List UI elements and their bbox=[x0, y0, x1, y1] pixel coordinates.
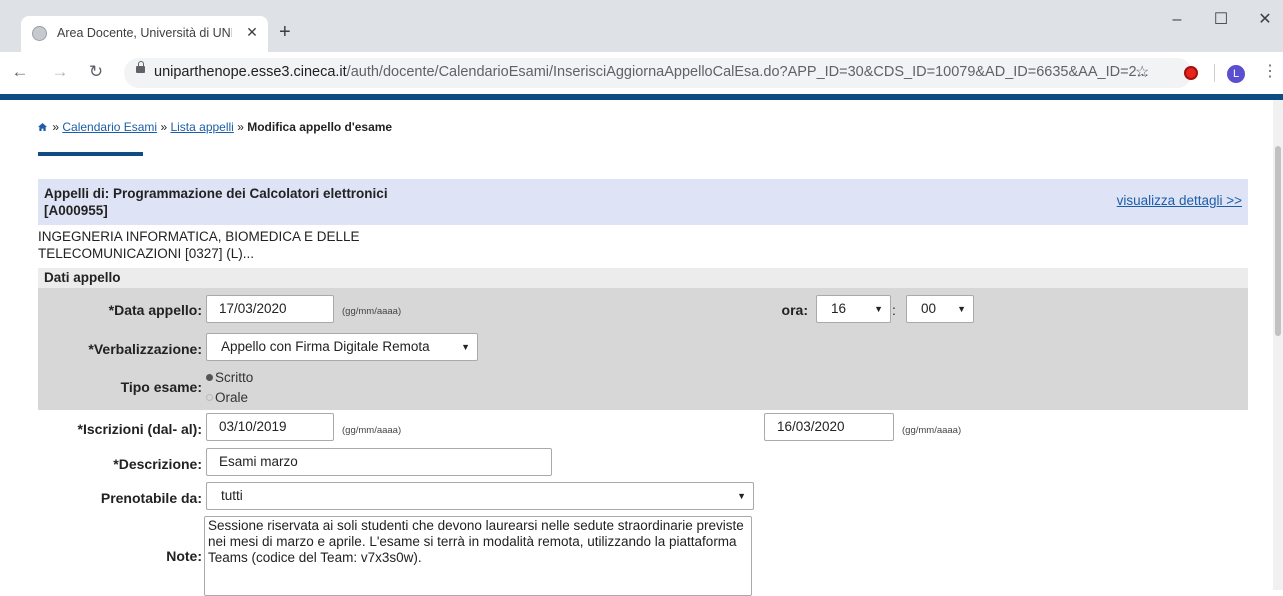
bookmark-star-icon[interactable]: ☆ bbox=[1135, 63, 1149, 83]
note-label: Note: bbox=[166, 548, 202, 564]
home-icon[interactable] bbox=[38, 123, 47, 131]
descrizione-input[interactable]: Esami marzo bbox=[206, 448, 552, 476]
radio-orale[interactable]: Orale bbox=[206, 390, 248, 405]
time-separator: : bbox=[892, 302, 896, 318]
forward-icon[interactable]: → bbox=[50, 62, 70, 82]
chevron-down-icon: ▼ bbox=[957, 304, 966, 314]
data-appello-input[interactable]: 17/03/2020 bbox=[206, 295, 334, 323]
ora-hour-select[interactable]: 16 ▼ bbox=[816, 295, 891, 323]
extension-icon[interactable] bbox=[1184, 66, 1198, 80]
course-title: Appelli di: Programmazione dei Calcolato… bbox=[44, 185, 464, 219]
ora-minute-select[interactable]: 00 ▼ bbox=[906, 295, 974, 323]
radio-unchecked-icon[interactable] bbox=[206, 394, 213, 401]
view-details-link[interactable]: visualizza dettagli >> bbox=[1117, 193, 1242, 208]
prenotabile-label: Prenotabile da: bbox=[100, 490, 202, 506]
browser-tab[interactable]: Area Docente, Università di UNIP ✕ bbox=[21, 16, 268, 52]
verbalizzazione-select[interactable]: Appello con Firma Digitale Remota ▼ bbox=[206, 333, 478, 361]
breadcrumb-separator: » bbox=[237, 120, 244, 134]
data-appello-label: *Data appello: bbox=[108, 302, 202, 318]
site-header-bar bbox=[0, 94, 1283, 100]
iscrizioni-label: *Iscrizioni (dal- al): bbox=[77, 421, 202, 437]
breadcrumb-separator: » bbox=[160, 120, 168, 134]
browser-tabstrip: Area Docente, Università di UNIP ✕ + – ☐… bbox=[0, 0, 1283, 52]
radio-orale-label: Orale bbox=[215, 390, 249, 405]
breadcrumb: » Calendario Esami » Lista appelli » Mod… bbox=[38, 120, 392, 134]
lock-icon bbox=[136, 61, 145, 73]
maximize-icon[interactable]: ☐ bbox=[1206, 10, 1236, 30]
iscrizioni-to-input[interactable]: 16/03/2020 bbox=[764, 413, 894, 441]
chevron-down-icon: ▼ bbox=[737, 491, 746, 501]
reload-icon[interactable]: ↻ bbox=[86, 62, 106, 82]
date-format-hint: (gg/mm/aaaa) bbox=[902, 425, 962, 436]
ora-minute-value: 00 bbox=[921, 301, 937, 316]
tab-title: Area Docente, Università di UNIP bbox=[57, 26, 232, 40]
course-header: Appelli di: Programmazione dei Calcolato… bbox=[38, 179, 1248, 225]
prenotabile-select[interactable]: tutti ▼ bbox=[206, 482, 754, 510]
date-format-hint: (gg/mm/aaaa) bbox=[342, 306, 402, 317]
degree-program: INGEGNERIA INFORMATICA, BIOMEDICA E DELL… bbox=[38, 228, 458, 262]
minimize-icon[interactable]: – bbox=[1162, 10, 1192, 30]
toolbar-divider bbox=[1214, 64, 1215, 82]
verbalizzazione-label: *Verbalizzazione: bbox=[88, 341, 202, 357]
browser-toolbar: ← → ↻ uniparthenope.esse3.cineca.it/auth… bbox=[0, 52, 1283, 95]
section-title: Dati appello bbox=[44, 270, 121, 285]
back-icon[interactable]: ← bbox=[10, 62, 30, 82]
breadcrumb-separator: » bbox=[52, 120, 60, 134]
chevron-down-icon: ▼ bbox=[874, 304, 883, 314]
course-name: Appelli di: Programmazione dei Calcolato… bbox=[44, 186, 388, 201]
degree-program-line: TELECOMUNICAZIONI [0327] (L)... bbox=[38, 246, 255, 261]
close-window-icon[interactable]: ✕ bbox=[1250, 10, 1280, 30]
chevron-down-icon: ▼ bbox=[461, 342, 470, 352]
breadcrumb-current: Modifica appello d'esame bbox=[247, 120, 393, 134]
scrollbar-thumb[interactable] bbox=[1275, 146, 1281, 336]
ora-label: ora: bbox=[781, 302, 808, 318]
tipo-esame-label: Tipo esame: bbox=[120, 379, 202, 395]
iscrizioni-from-input[interactable]: 03/10/2019 bbox=[206, 413, 334, 441]
section-header: Dati appello bbox=[38, 268, 1248, 288]
radio-checked-icon[interactable] bbox=[206, 374, 213, 381]
date-format-hint: (gg/mm/aaaa) bbox=[342, 425, 402, 436]
profile-avatar[interactable]: L bbox=[1227, 65, 1245, 83]
new-tab-icon[interactable]: + bbox=[279, 22, 291, 42]
ora-hour-value: 16 bbox=[831, 301, 847, 316]
breadcrumb-underline bbox=[38, 152, 143, 156]
tab-close-icon[interactable]: ✕ bbox=[243, 23, 261, 41]
course-code: [A000955] bbox=[44, 203, 108, 218]
address-bar[interactable]: uniparthenope.esse3.cineca.it/auth/docen… bbox=[124, 58, 1192, 88]
url-text: uniparthenope.esse3.cineca.it/auth/docen… bbox=[154, 64, 1149, 80]
descrizione-label: *Descrizione: bbox=[113, 456, 202, 472]
menu-kebab-icon[interactable]: ⋮ bbox=[1262, 62, 1278, 82]
page-scrollbar[interactable] bbox=[1273, 100, 1283, 590]
radio-scritto-label: Scritto bbox=[215, 370, 254, 385]
note-textarea[interactable]: Sessione riservata ai soli studenti che … bbox=[204, 516, 752, 596]
site-favicon-icon bbox=[32, 26, 47, 41]
breadcrumb-calendario-esami[interactable]: Calendario Esami bbox=[62, 120, 157, 134]
verbalizzazione-value: Appello con Firma Digitale Remota bbox=[221, 339, 430, 354]
url-host: uniparthenope.esse3.cineca.it bbox=[154, 64, 347, 80]
breadcrumb-lista-appelli[interactable]: Lista appelli bbox=[170, 120, 233, 134]
url-path: /auth/docente/CalendarioEsami/InserisciA… bbox=[346, 64, 1149, 80]
prenotabile-value: tutti bbox=[221, 488, 243, 503]
degree-program-line: INGEGNERIA INFORMATICA, BIOMEDICA E DELL… bbox=[38, 229, 360, 244]
radio-scritto[interactable]: Scritto bbox=[206, 370, 253, 385]
